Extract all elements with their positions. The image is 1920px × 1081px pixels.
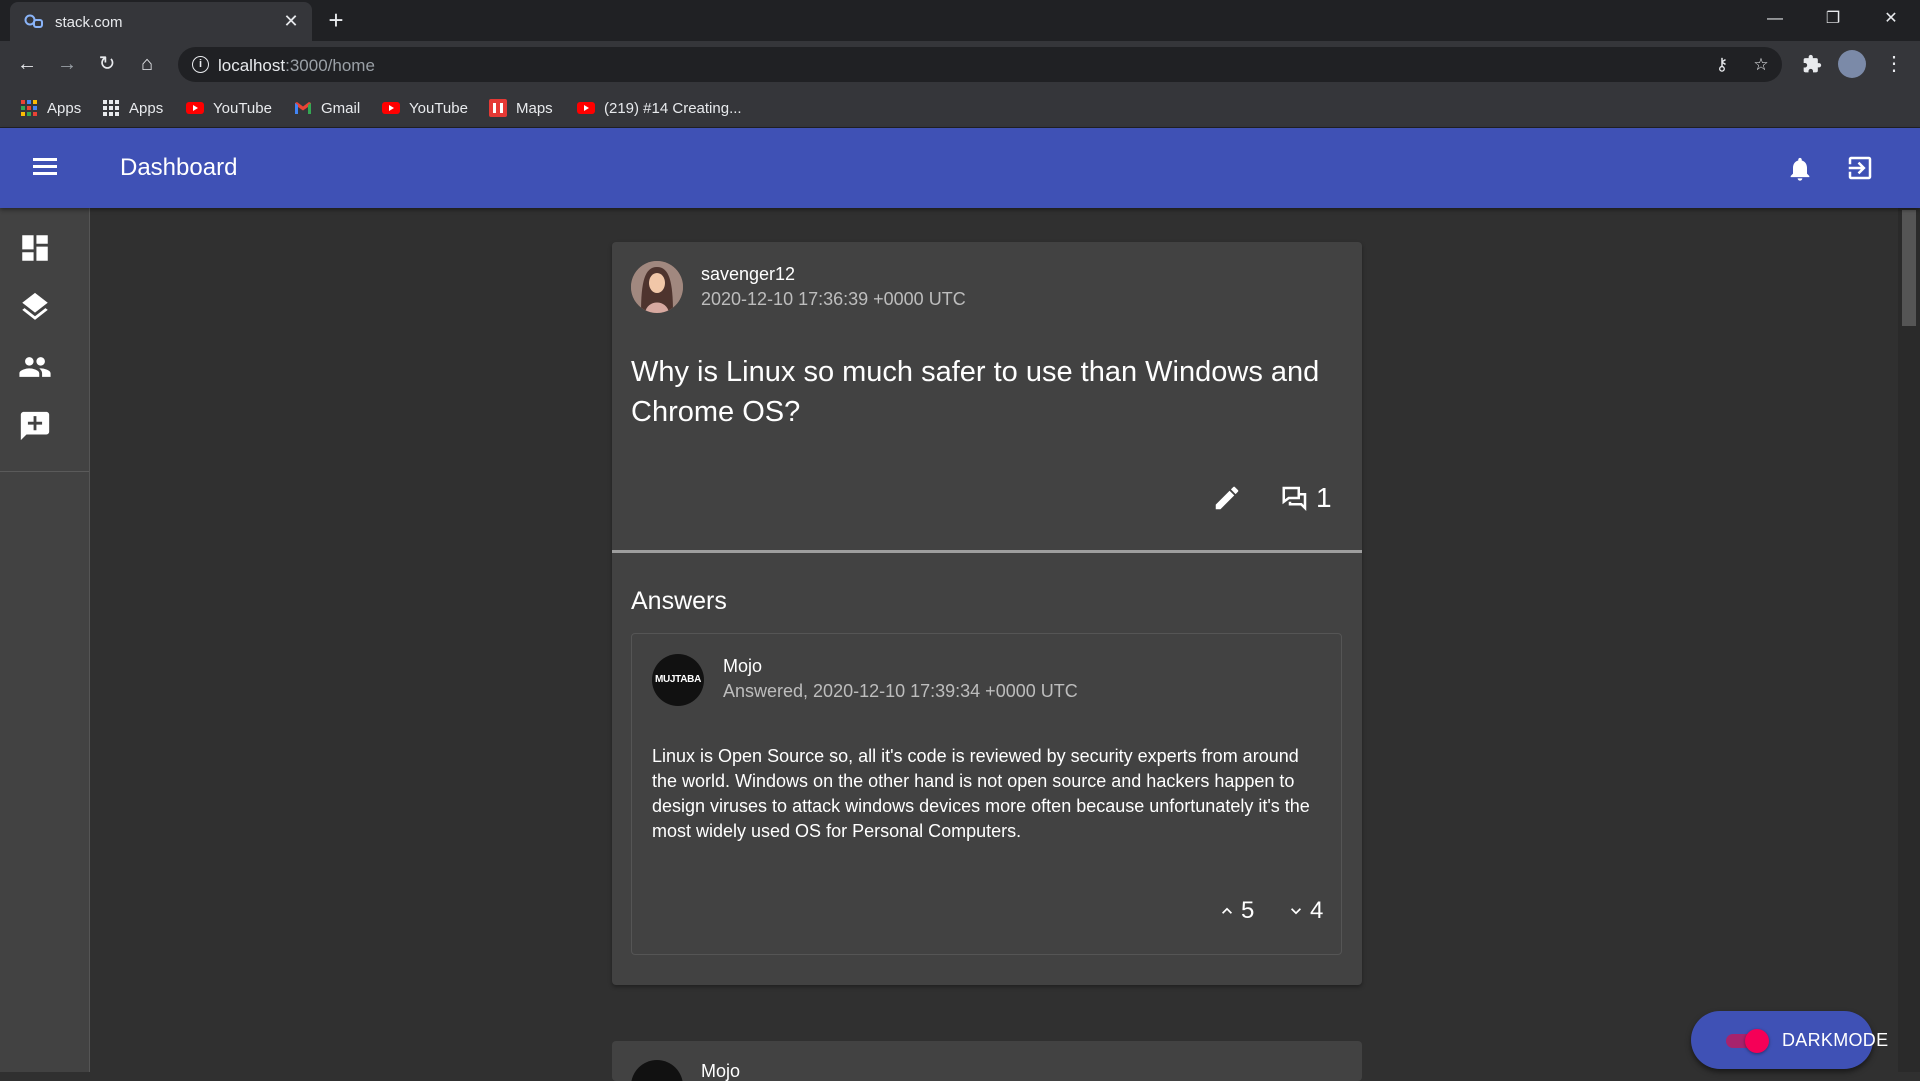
downvote-count: 4 — [1310, 897, 1324, 924]
browser-tab[interactable]: stack.com ✕ — [10, 2, 312, 41]
browser-tabstrip: stack.com ✕ + — ❐ ✕ — [0, 0, 1920, 41]
bookmark-youtube[interactable]: YouTube — [186, 96, 272, 120]
gmail-icon — [295, 102, 311, 114]
apps-grid-icon — [103, 100, 119, 116]
hamburger-menu-icon[interactable] — [28, 154, 62, 182]
comment-count: 1 — [1316, 482, 1332, 513]
answer-body: Linux is Open Source so, all it's code i… — [652, 746, 1310, 841]
forum-comments-icon — [1282, 486, 1307, 512]
bookmark-maps[interactable]: Maps — [489, 96, 553, 120]
sidebar — [0, 208, 90, 1072]
bookmark-label: Apps — [47, 99, 82, 117]
bookmark-label: (219) #14 Creating... — [604, 99, 742, 117]
add-comment-icon[interactable] — [18, 409, 52, 443]
home-icon[interactable]: ⌂ — [132, 49, 162, 79]
app-bar: Dashboard — [0, 128, 1920, 208]
bookmark-youtube-2[interactable]: YouTube — [382, 96, 468, 120]
bookmark-label: YouTube — [409, 99, 468, 117]
bookmark-gmail[interactable]: Gmail — [294, 96, 360, 120]
people-icon[interactable] — [18, 350, 52, 384]
next-author-avatar[interactable] — [631, 1060, 683, 1081]
bookmarks-bar: Apps Apps YouTube Gmail YouTube Maps (21… — [0, 88, 1920, 128]
bookmark-label: Gmail — [321, 99, 361, 117]
question-title: Why is Linux so much safer to use than W… — [631, 356, 1320, 428]
site-info-icon[interactable]: i — [192, 56, 209, 73]
bookmark-label: YouTube — [213, 99, 272, 117]
logout-icon[interactable] — [1845, 153, 1875, 183]
darkmode-toggle-button[interactable]: DARKMODE — [1691, 1011, 1888, 1069]
darkmode-label: DARKMODE — [1782, 1030, 1889, 1050]
next-question-card: Mojo — [612, 1041, 1362, 1081]
upvote-count: 5 — [1241, 897, 1255, 924]
reload-icon[interactable]: ↻ — [92, 49, 122, 79]
new-tab-button[interactable]: + — [322, 6, 350, 34]
site-favicon-icon — [24, 14, 43, 28]
question-timestamp: 2020-12-10 17:36:39 +0000 UTC — [701, 289, 966, 309]
url-path: :3000/home — [285, 56, 375, 75]
user-photo-icon — [631, 261, 683, 313]
key-icon[interactable]: ⚷ — [1712, 55, 1732, 75]
browser-menu-icon[interactable]: ⋮ — [1879, 49, 1909, 79]
restore-window-button[interactable]: ❐ — [1810, 4, 1856, 34]
extensions-puzzle-icon[interactable] — [1797, 49, 1827, 79]
edit-pencil-icon[interactable] — [1212, 483, 1242, 513]
page-scrollbar[interactable] — [1898, 208, 1920, 1072]
sidebar-nav — [0, 208, 89, 472]
answers-heading: Answers — [631, 587, 727, 615]
card-divider — [612, 550, 1362, 553]
layers-icon[interactable] — [18, 290, 52, 324]
close-window-button[interactable]: ✕ — [1868, 4, 1914, 34]
question-author-name[interactable]: savenger12 — [701, 264, 795, 285]
address-url: localhost:3000/home — [218, 56, 375, 76]
chevron-down-icon — [1291, 908, 1301, 915]
address-bar[interactable]: i localhost:3000/home ⚷ ☆ — [178, 47, 1782, 82]
url-host: localhost — [218, 56, 286, 75]
answer-author-avatar[interactable]: MUJTABA — [652, 654, 704, 706]
chevron-up-icon — [1222, 907, 1232, 914]
youtube-icon — [382, 102, 400, 114]
bookmark-youtube-video[interactable]: (219) #14 Creating... — [577, 96, 742, 120]
scrollbar-thumb[interactable] — [1902, 210, 1916, 326]
profile-avatar[interactable] — [1838, 50, 1866, 78]
youtube-icon — [577, 102, 595, 114]
bookmark-star-icon[interactable]: ☆ — [1751, 55, 1771, 75]
notifications-bell-icon[interactable] — [1786, 154, 1814, 184]
page-title: Dashboard — [120, 154, 238, 181]
bookmark-apps-2[interactable]: Apps — [102, 96, 163, 120]
comments-button[interactable]: 1 — [1280, 480, 1332, 516]
answer-timestamp: Answered, 2020-12-10 17:39:34 +0000 UTC — [723, 681, 1078, 701]
question-card: savenger12 2020-12-10 17:36:39 +0000 UTC… — [612, 242, 1362, 985]
browser-toolbar: ← → ↻ ⌂ i localhost:3000/home ⚷ ☆ ⋮ — [0, 41, 1920, 88]
youtube-icon — [186, 102, 204, 114]
question-author-avatar[interactable] — [631, 261, 683, 313]
answer-card: MUJTABA Mojo Answered, 2020-12-10 17:39:… — [631, 633, 1342, 955]
tab-title: stack.com — [55, 14, 123, 31]
close-tab-icon[interactable]: ✕ — [280, 10, 302, 32]
minimize-window-button[interactable]: — — [1752, 4, 1798, 34]
next-author-name[interactable]: Mojo — [701, 1061, 740, 1081]
forward-arrow-icon[interactable]: → — [52, 49, 82, 79]
bookmark-apps[interactable]: Apps — [20, 96, 81, 120]
bookmark-label: Maps — [516, 99, 553, 117]
downvote-button[interactable]: 4 — [1286, 896, 1323, 926]
bookmark-label: Apps — [129, 99, 164, 117]
answer-author-name[interactable]: Mojo — [723, 656, 762, 677]
maps-icon — [489, 99, 507, 117]
dashboard-icon[interactable] — [18, 231, 52, 265]
upvote-button[interactable]: 5 — [1217, 896, 1254, 926]
darkmode-switch-thumb[interactable] — [1745, 1029, 1769, 1053]
apps-grid-icon — [21, 100, 37, 116]
back-arrow-icon[interactable]: ← — [12, 49, 42, 79]
